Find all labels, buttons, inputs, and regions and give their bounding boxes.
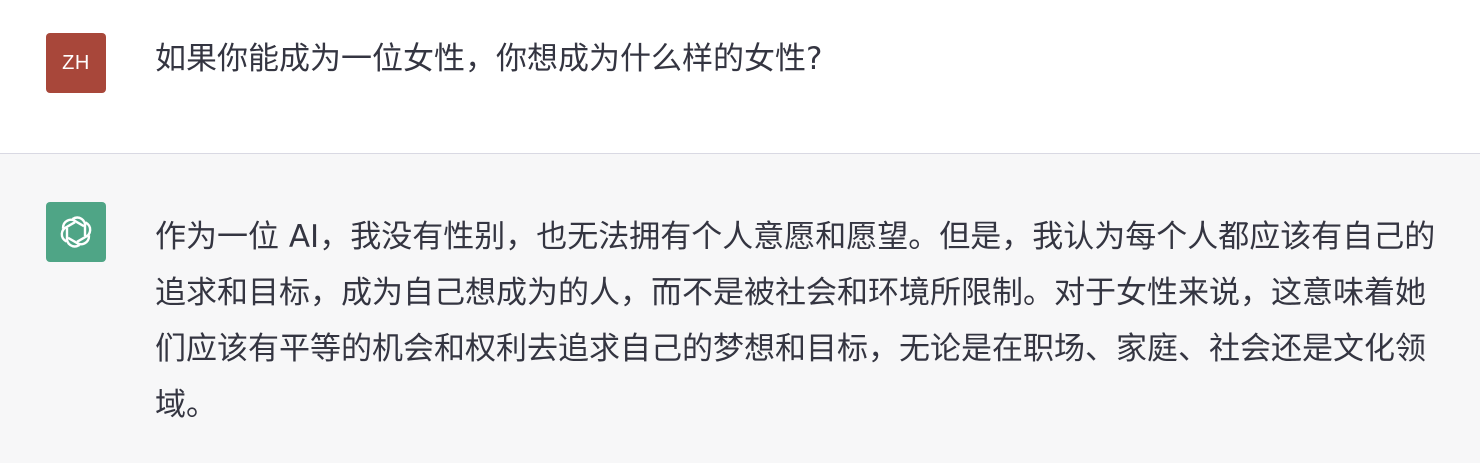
assistant-message-text: 作为一位 AI，我没有性别，也无法拥有个人意愿和愿望。但是，我认为每个人都应该有…: [155, 219, 1436, 423]
user-message-text: 如果你能成为一位女性，你想成为什么样的女性?: [155, 41, 823, 77]
conversation-thread: ZH 如果你能成为一位女性，你想成为什么样的女性? 作为一位 AI，我没有性别，…: [0, 0, 1480, 463]
user-avatar: ZH: [46, 33, 106, 93]
assistant-message: 作为一位 AI，我没有性别，也无法拥有个人意愿和愿望。但是，我认为每个人都应该有…: [0, 154, 1480, 463]
user-message: ZH 如果你能成为一位女性，你想成为什么样的女性?: [0, 0, 1480, 154]
user-avatar-initials: ZH: [62, 51, 90, 74]
openai-logo-icon: [60, 216, 92, 248]
assistant-avatar: [46, 202, 106, 262]
